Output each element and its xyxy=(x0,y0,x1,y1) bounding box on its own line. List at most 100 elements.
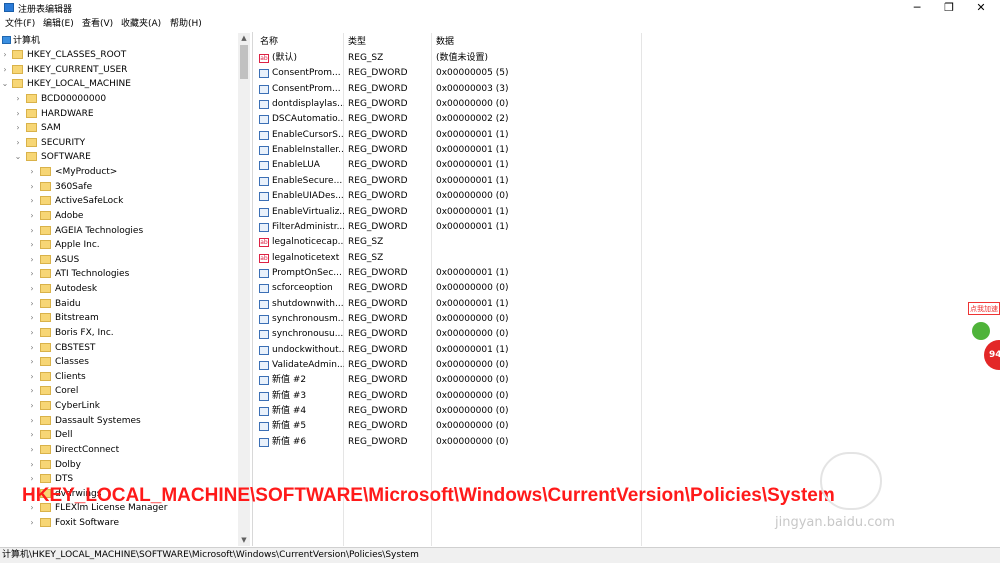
maximize-button[interactable]: ❐ xyxy=(934,1,964,15)
value-row[interactable]: 新值 #2 REG_DWORD 0x00000000 (0) xyxy=(256,373,656,388)
close-button[interactable]: ✕ xyxy=(966,1,996,15)
value-row[interactable]: shutdownwith... REG_DWORD 0x00000001 (1) xyxy=(256,297,656,312)
value-row[interactable]: EnableSecure... REG_DWORD 0x00000001 (1) xyxy=(256,174,656,189)
value-type: REG_DWORD xyxy=(348,114,408,124)
folder-icon xyxy=(40,372,51,381)
binary-value-icon xyxy=(259,407,269,416)
value-row[interactable]: EnableVirtualiz... REG_DWORD 0x00000001 (1… xyxy=(256,205,656,220)
chevron-right-icon[interactable]: › xyxy=(28,341,36,355)
value-row[interactable]: 新值 #5 REG_DWORD 0x00000000 (0) xyxy=(256,419,656,434)
value-name: dontdisplaylas... xyxy=(272,99,344,109)
menu-file[interactable]: 文件(F) xyxy=(5,17,35,31)
tree-scrollbar[interactable] xyxy=(238,33,250,546)
chevron-right-icon[interactable]: › xyxy=(14,107,22,121)
value-row[interactable]: dontdisplaylas... REG_DWORD 0x00000000 (0) xyxy=(256,97,656,112)
menu-favorites[interactable]: 收藏夹(A) xyxy=(121,17,161,31)
value-row[interactable]: EnableInstaller... REG_DWORD 0x00000001 (1… xyxy=(256,143,656,158)
value-row[interactable]: DSCAutomatio... REG_DWORD 0x00000002 (2) xyxy=(256,112,656,127)
value-row[interactable]: FilterAdministr... REG_DWORD 0x00000001 (1… xyxy=(256,220,656,235)
binary-value-icon xyxy=(259,284,269,293)
value-row[interactable]: synchronousm... REG_DWORD 0x00000000 (0) xyxy=(256,312,656,327)
tree-label: DTS xyxy=(55,474,74,484)
column-header-name[interactable]: 名称 xyxy=(260,34,278,47)
chevron-right-icon[interactable]: › xyxy=(28,267,36,281)
speedup-tag[interactable]: 点我加速 xyxy=(968,302,1000,315)
chevron-right-icon[interactable]: › xyxy=(1,63,9,77)
chevron-right-icon[interactable]: › xyxy=(1,48,9,62)
value-type: REG_DWORD xyxy=(348,314,408,324)
chevron-right-icon[interactable]: › xyxy=(14,136,22,150)
chevron-right-icon[interactable]: › xyxy=(28,224,36,238)
chevron-right-icon[interactable]: › xyxy=(28,180,36,194)
folder-icon xyxy=(26,138,37,147)
chevron-right-icon[interactable]: › xyxy=(14,121,22,135)
value-data: 0x00000000 (0) xyxy=(436,360,509,370)
minimize-button[interactable]: ─ xyxy=(902,1,932,15)
value-row[interactable]: ConsentProm... REG_DWORD 0x00000003 (3) xyxy=(256,82,656,97)
chevron-right-icon[interactable]: › xyxy=(28,165,36,179)
tree-label: Baidu xyxy=(55,299,81,309)
value-row[interactable]: EnableUIADes... REG_DWORD 0x00000000 (0) xyxy=(256,189,656,204)
chevron-right-icon[interactable]: › xyxy=(28,516,36,530)
chevron-right-icon[interactable]: › xyxy=(28,253,36,267)
chevron-right-icon[interactable]: › xyxy=(28,472,36,486)
value-type: REG_DWORD xyxy=(348,329,408,339)
tree-label: HKEY_CLASSES_ROOT xyxy=(27,50,127,60)
tree-label: ATI Technologies xyxy=(55,269,130,279)
menu-help[interactable]: 帮助(H) xyxy=(170,17,202,31)
tree-label: Dassault Systemes xyxy=(55,416,141,426)
value-row[interactable]: undockwithout... REG_DWORD 0x00000001 (1) xyxy=(256,343,656,358)
chevron-right-icon[interactable]: › xyxy=(28,355,36,369)
chevron-right-icon[interactable]: › xyxy=(28,238,36,252)
scrollbar-thumb[interactable] xyxy=(240,45,248,79)
chevron-right-icon[interactable]: › xyxy=(28,399,36,413)
chevron-right-icon[interactable]: › xyxy=(28,209,36,223)
chevron-right-icon[interactable]: › xyxy=(28,311,36,325)
chevron-right-icon[interactable]: › xyxy=(28,370,36,384)
chevron-right-icon[interactable]: › xyxy=(28,443,36,457)
chevron-right-icon[interactable]: › xyxy=(28,297,36,311)
menu-view[interactable]: 查看(V) xyxy=(82,17,113,31)
tree-label: ASUS xyxy=(55,255,80,265)
folder-icon xyxy=(40,269,51,278)
key-tree[interactable]: ⌄ 计算机 › HKEY_CLASSES_ROOT › HKEY_CURRENT… xyxy=(0,32,253,546)
value-row[interactable]: ab legalnoticecap... REG_SZ xyxy=(256,235,656,250)
value-data: 0x00000000 (0) xyxy=(436,421,509,431)
chevron-down-icon[interactable]: ⌄ xyxy=(1,77,9,91)
column-header-data[interactable]: 数据 xyxy=(436,34,454,47)
chevron-right-icon[interactable]: › xyxy=(28,428,36,442)
column-header-type[interactable]: 类型 xyxy=(348,34,366,47)
value-name: ConsentProm... xyxy=(272,68,341,78)
chevron-right-icon[interactable]: › xyxy=(28,326,36,340)
scroll-up-icon[interactable]: ▲ xyxy=(238,34,250,42)
baidu-paw-watermark xyxy=(820,452,882,510)
folder-icon xyxy=(26,152,37,161)
binary-value-icon xyxy=(259,361,269,370)
value-name: ConsentProm... xyxy=(272,84,341,94)
chevron-right-icon[interactable]: › xyxy=(14,92,22,106)
chevron-down-icon[interactable]: ⌄ xyxy=(14,150,22,164)
scroll-down-icon[interactable]: ▼ xyxy=(238,536,250,544)
value-row[interactable]: 新值 #3 REG_DWORD 0x00000000 (0) xyxy=(256,389,656,404)
value-row[interactable]: ConsentProm... REG_DWORD 0x00000005 (5) xyxy=(256,66,656,81)
watermark-text: jingyan.baidu.com xyxy=(775,515,895,530)
chevron-right-icon[interactable]: › xyxy=(28,282,36,296)
tree-label: Boris FX, Inc. xyxy=(55,328,114,338)
chevron-right-icon[interactable]: › xyxy=(28,384,36,398)
chevron-right-icon[interactable]: › xyxy=(28,194,36,208)
value-row[interactable]: scforceoption REG_DWORD 0x00000000 (0) xyxy=(256,281,656,296)
value-row[interactable]: PromptOnSec... REG_DWORD 0x00000001 (1) xyxy=(256,266,656,281)
chevron-right-icon[interactable]: › xyxy=(28,414,36,428)
value-row[interactable]: ValidateAdmin... REG_DWORD 0x00000000 (0) xyxy=(256,358,656,373)
tree-label: AGEIA Technologies xyxy=(55,226,144,236)
chevron-right-icon[interactable]: › xyxy=(28,458,36,472)
value-row[interactable]: EnableCursorS... REG_DWORD 0x00000001 (1) xyxy=(256,128,656,143)
value-row[interactable]: synchronousu... REG_DWORD 0x00000000 (0) xyxy=(256,327,656,342)
value-row[interactable]: 新值 #4 REG_DWORD 0x00000000 (0) xyxy=(256,404,656,419)
value-type: REG_DWORD xyxy=(348,437,408,447)
value-row[interactable]: 新值 #6 REG_DWORD 0x00000000 (0) xyxy=(256,435,656,450)
value-row[interactable]: ab legalnoticetext REG_SZ xyxy=(256,251,656,266)
value-row[interactable]: ab (默认) REG_SZ (数值未设置) xyxy=(256,51,656,66)
value-row[interactable]: EnableLUA REG_DWORD 0x00000001 (1) xyxy=(256,158,656,173)
menu-edit[interactable]: 编辑(E) xyxy=(43,17,74,31)
